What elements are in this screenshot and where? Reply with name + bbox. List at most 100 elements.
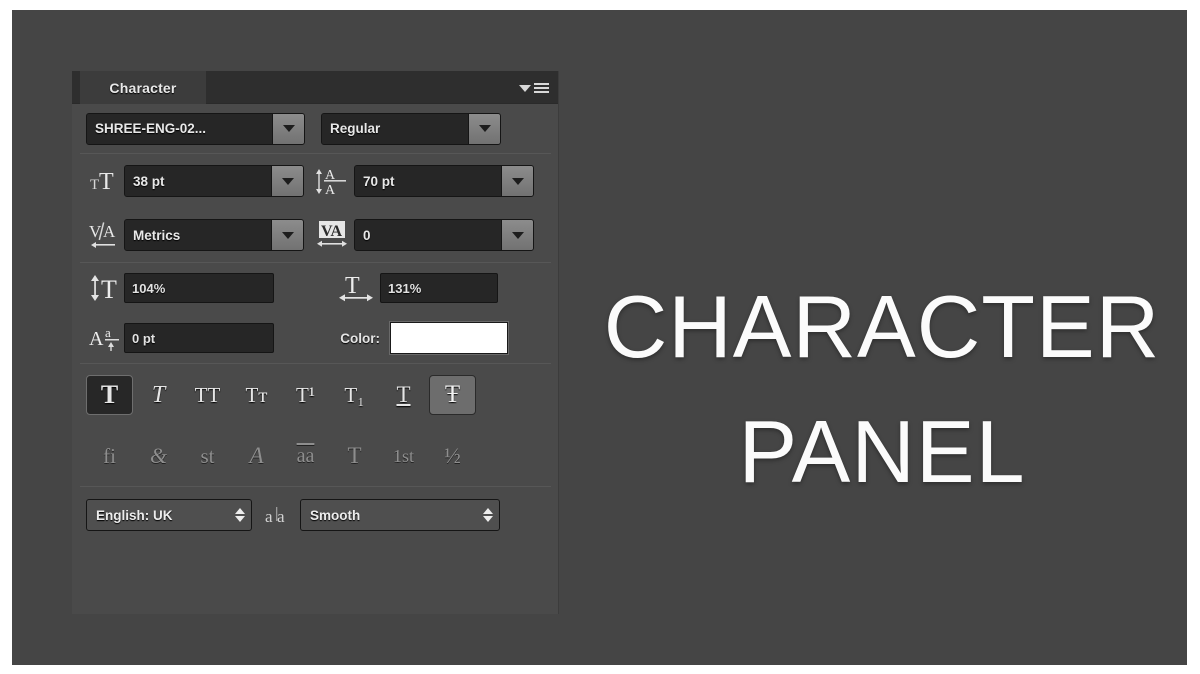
font-row: SHREE-ENG-02... Regular — [86, 104, 545, 153]
anti-aliasing-icon: a a — [260, 503, 300, 527]
baseline-shift-field[interactable]: 0 pt — [124, 323, 274, 353]
baseline-color-row: A a 0 pt Color: — [86, 313, 545, 363]
language-antialias-row: English: UK a a Smooth — [86, 487, 545, 543]
titling-alternates-button[interactable]: T — [331, 436, 378, 476]
ordinals-button[interactable]: 1st — [380, 436, 427, 476]
font-size-dropdown-button[interactable] — [271, 166, 303, 196]
chevron-down-icon — [478, 125, 491, 132]
standard-ligatures-button[interactable]: fi — [86, 436, 133, 476]
panel-body: SHREE-ENG-02... Regular T T 38 pt A A 70… — [72, 104, 559, 614]
font-family-combo[interactable]: SHREE-ENG-02... — [86, 112, 305, 145]
language-stepper[interactable]: English: UK — [86, 499, 252, 531]
subscript-glyph: T₁ — [344, 382, 365, 407]
svg-text:T: T — [90, 177, 99, 193]
all-caps-button[interactable]: TT — [184, 375, 231, 415]
antialias-stepper[interactable]: Smooth — [300, 499, 500, 531]
superscript-button[interactable]: T¹ — [282, 375, 329, 415]
font-family-value[interactable]: SHREE-ENG-02... — [87, 113, 272, 144]
contextual-alternates-button[interactable]: & — [135, 436, 182, 476]
faux-bold-button[interactable]: T — [86, 375, 133, 415]
strikethrough-button[interactable]: Ŧ — [429, 375, 476, 415]
chevron-down-icon — [511, 231, 524, 239]
baseline-shift-value: 0 pt — [132, 330, 156, 346]
all-caps-glyph: TT — [194, 382, 221, 407]
fractions-glyph: ½ — [444, 443, 461, 468]
color-label: Color: — [340, 330, 380, 346]
discretionary-ligatures-glyph: st — [200, 443, 215, 468]
vertical-scale-field[interactable]: 104% — [124, 273, 274, 303]
language-value: English: UK — [96, 507, 173, 523]
leading-icon: A A — [310, 166, 354, 196]
antialias-value: Smooth — [310, 507, 361, 523]
horizontal-scale-value: 131% — [388, 280, 422, 296]
tab-character-label: Character — [109, 79, 177, 96]
faux-bold-glyph: T — [100, 380, 119, 409]
vertical-scale-icon: T — [86, 274, 124, 302]
horizontal-scale-field[interactable]: 131% — [380, 273, 498, 303]
discretionary-ligatures-button[interactable]: st — [184, 436, 231, 476]
leading-combo[interactable]: 70 pt — [354, 165, 534, 197]
panel-menu-triangle-icon — [519, 84, 531, 92]
svg-text:a: a — [105, 325, 111, 340]
kerning-dropdown-button[interactable] — [271, 220, 303, 250]
color-swatch[interactable] — [390, 322, 508, 354]
font-style-value[interactable]: Regular — [322, 113, 468, 144]
font-style-combo[interactable]: Regular — [321, 112, 501, 145]
opentype-buttons: fi & st A aa T 1st ½ — [86, 426, 545, 486]
kerning-value[interactable]: Metrics — [125, 220, 271, 250]
horizontal-scale-icon: T — [332, 273, 380, 303]
leading-dropdown-button[interactable] — [501, 166, 533, 196]
font-family-dropdown-button[interactable] — [272, 113, 304, 144]
svg-text:VA: VA — [321, 223, 342, 240]
tab-character[interactable]: Character — [80, 71, 206, 104]
small-caps-button[interactable]: Tт — [233, 375, 280, 415]
svg-text:A: A — [89, 328, 104, 350]
scale-row: T 104% T 131% — [86, 263, 545, 313]
faux-italic-glyph: T — [151, 381, 166, 408]
font-size-value[interactable]: 38 pt — [125, 166, 271, 196]
tracking-dropdown-button[interactable] — [501, 220, 533, 250]
up-down-arrows-icon[interactable] — [225, 508, 245, 522]
font-size-combo[interactable]: 38 pt — [124, 165, 304, 197]
svg-text:T: T — [101, 275, 117, 302]
faux-italic-button[interactable]: T — [135, 375, 182, 415]
leading-value[interactable]: 70 pt — [355, 166, 501, 196]
vertical-scale-value: 104% — [132, 280, 166, 296]
stylistic-alternates-glyph: aa — [296, 444, 315, 467]
subscript-button[interactable]: T₁ — [331, 375, 378, 415]
panel-menu-icon[interactable] — [519, 80, 551, 96]
swash-glyph: A — [249, 443, 264, 468]
strikethrough-glyph: Ŧ — [444, 381, 461, 408]
svg-text:T: T — [345, 273, 360, 299]
swash-button[interactable]: A — [233, 436, 280, 476]
contextual-alternates-glyph: & — [149, 443, 168, 468]
stylistic-alternates-button[interactable]: aa — [282, 436, 329, 476]
kerning-combo[interactable]: Metrics — [124, 219, 304, 251]
tracking-icon: VA — [310, 220, 354, 250]
headline-line-1: CHARACTER — [603, 277, 1161, 376]
baseline-shift-icon: A a — [86, 324, 124, 352]
chevron-down-icon — [511, 177, 524, 185]
screenshot-root: Character SHREE-ENG-02... Regular T T 38… — [0, 0, 1200, 674]
panel-right-divider — [558, 71, 559, 614]
underline-button[interactable]: T — [380, 375, 427, 415]
up-down-arrows-icon[interactable] — [473, 508, 493, 522]
size-leading-row: T T 38 pt A A 70 pt — [86, 154, 545, 208]
small-caps-glyph: Tт — [245, 382, 268, 407]
tracking-combo[interactable]: 0 — [354, 219, 534, 251]
font-size-icon: T T — [86, 168, 124, 194]
tracking-value[interactable]: 0 — [355, 220, 501, 250]
panel-menu-lines-icon — [534, 83, 549, 93]
panel-header: Character — [72, 71, 559, 104]
svg-text:a: a — [277, 507, 285, 526]
chevron-down-icon — [282, 125, 295, 132]
svg-text:a: a — [265, 507, 273, 526]
font-style-dropdown-button[interactable] — [468, 113, 500, 144]
svg-text:T: T — [99, 169, 114, 194]
underline-glyph: T — [396, 382, 411, 407]
fractions-button[interactable]: ½ — [429, 436, 476, 476]
kerning-tracking-row: V A Metrics VA 0 — [86, 208, 545, 262]
chevron-down-icon — [281, 177, 294, 185]
standard-ligatures-glyph: fi — [103, 443, 116, 468]
chevron-down-icon — [281, 231, 294, 239]
